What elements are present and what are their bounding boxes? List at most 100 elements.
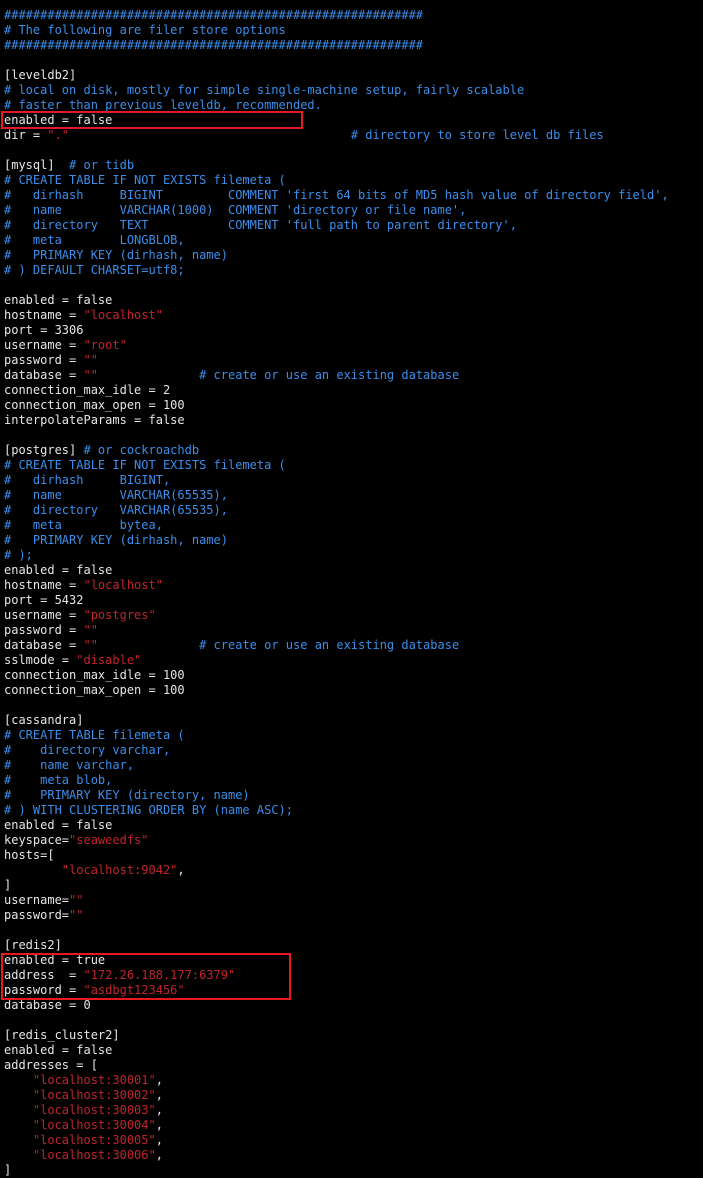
terminal-editor[interactable]: ########################################… xyxy=(0,0,703,1178)
code-line: # dirhash BIGINT COMMENT 'first 64 bits … xyxy=(4,188,669,203)
string-literal: "localhost:30004" xyxy=(32,1118,156,1132)
config-text: ] xyxy=(4,878,12,892)
code-line: password = "" xyxy=(4,353,98,368)
config-text: username = xyxy=(4,608,84,622)
config-text: hosts=[ xyxy=(4,848,55,862)
comment-text: # local on disk, mostly for simple singl… xyxy=(4,83,525,97)
code-line: address = "172.26.188.177:6379" xyxy=(4,968,235,983)
config-text: enabled = false xyxy=(4,818,113,832)
config-text: database = xyxy=(4,638,84,652)
code-line: connection_max_open = 100 xyxy=(4,398,185,413)
code-line: # ) DEFAULT CHARSET=utf8; xyxy=(4,263,185,278)
code-line: ########################################… xyxy=(4,8,423,23)
config-text: connection_max_open = 100 xyxy=(4,398,185,412)
config-text: database = xyxy=(4,368,84,382)
config-text: database = 0 xyxy=(4,998,91,1012)
code-line: [leveldb2] xyxy=(4,68,76,83)
config-text: enabled = false xyxy=(4,293,113,307)
code-line: hostname = "localhost" xyxy=(4,308,163,323)
comment-text: # meta bytea, xyxy=(4,518,163,532)
string-literal: "localhost:30006" xyxy=(32,1148,156,1162)
comment-text: # meta LONGBLOB, xyxy=(4,233,185,247)
config-text: port = 3306 xyxy=(4,323,84,337)
code-line: connection_max_idle = 2 xyxy=(4,383,170,398)
string-literal: "asdbgt123456" xyxy=(83,983,185,997)
code-line: enabled = false xyxy=(4,293,112,308)
config-text: [cassandra] xyxy=(4,713,84,727)
code-line: sslmode = "disable" xyxy=(4,653,141,668)
code-line: # faster than previous leveldb, recommen… xyxy=(4,98,322,113)
config-text: , xyxy=(155,1073,163,1087)
config-text: [leveldb2] xyxy=(4,68,77,82)
config-text: enabled = false xyxy=(4,563,113,577)
config-text: keyspace= xyxy=(4,833,70,847)
string-literal: "" xyxy=(69,908,84,922)
code-line: database = "" # create or use an existin… xyxy=(4,638,459,653)
config-text xyxy=(98,368,199,382)
comment-text: # PRIMARY KEY (directory, name) xyxy=(4,788,250,802)
comment-text: # directory VARCHAR(65535), xyxy=(4,503,228,517)
string-literal: "localhost:30005" xyxy=(32,1133,156,1147)
code-line: # The following are filer store options xyxy=(4,23,286,38)
comment-text: # name VARCHAR(65535), xyxy=(4,488,228,502)
string-literal: "root" xyxy=(83,338,127,352)
comment-text: # name varchar, xyxy=(4,758,135,772)
config-text xyxy=(4,863,62,877)
code-line: # directory VARCHAR(65535), xyxy=(4,503,228,518)
config-text: dir = xyxy=(4,128,48,142)
code-line: "localhost:30003", xyxy=(4,1103,163,1118)
config-text: [redis2] xyxy=(4,938,62,952)
comment-text: # The following are filer store options xyxy=(4,23,286,37)
string-literal: "localhost:30003" xyxy=(32,1103,156,1117)
comment-text: # name VARCHAR(1000) COMMENT 'directory … xyxy=(4,203,467,217)
code-line: addresses = [ xyxy=(4,1058,98,1073)
code-line: interpolateParams = false xyxy=(4,413,185,428)
string-literal: "" xyxy=(83,353,98,367)
config-text: connection_max_idle = 2 xyxy=(4,383,171,397)
string-literal: "disable" xyxy=(76,653,142,667)
string-literal: "172.26.188.177:6379" xyxy=(83,968,236,982)
comment-text: # or tidb xyxy=(69,158,135,172)
config-text: [postgres] xyxy=(4,443,84,457)
code-line: keyspace="seaweedfs" xyxy=(4,833,149,848)
code-line: [redis2] xyxy=(4,938,62,953)
code-line: # local on disk, mostly for simple singl… xyxy=(4,83,524,98)
code-line: # PRIMARY KEY (directory, name) xyxy=(4,788,250,803)
code-line: "localhost:30005", xyxy=(4,1133,163,1148)
string-literal: "" xyxy=(83,638,98,652)
code-line: [redis_cluster2] xyxy=(4,1028,120,1043)
code-line: dir = "." # directory to store level db … xyxy=(4,128,604,143)
comment-text: # or cockroachdb xyxy=(83,443,200,457)
code-line: connection_max_open = 100 xyxy=(4,683,185,698)
string-literal: "." xyxy=(47,128,70,142)
config-text xyxy=(98,638,199,652)
code-line: password = "" xyxy=(4,623,98,638)
config-text: hostname = xyxy=(4,308,84,322)
code-line: username="" xyxy=(4,893,83,908)
string-literal: "seaweedfs" xyxy=(69,833,149,847)
config-text: interpolateParams = false xyxy=(4,413,185,427)
code-line: hostname = "localhost" xyxy=(4,578,163,593)
code-line: # CREATE TABLE filemeta ( xyxy=(4,728,185,743)
code-line: # dirhash BIGINT, xyxy=(4,473,170,488)
config-text: , xyxy=(155,1148,163,1162)
code-line: password = "asdbgt123456" xyxy=(4,983,185,998)
config-text: sslmode = xyxy=(4,653,77,667)
comment-text: # PRIMARY KEY (dirhash, name) xyxy=(4,533,228,547)
code-line: # PRIMARY KEY (dirhash, name) xyxy=(4,533,228,548)
comment-text: # ); xyxy=(4,548,33,562)
config-text: addresses = [ xyxy=(4,1058,98,1072)
code-line: database = "" # create or use an existin… xyxy=(4,368,459,383)
config-text xyxy=(4,1073,33,1087)
string-literal: "" xyxy=(83,368,98,382)
string-literal: "localhost:9042" xyxy=(61,863,178,877)
config-text: address = xyxy=(4,968,84,982)
config-text: password= xyxy=(4,908,70,922)
string-literal: "localhost:30002" xyxy=(32,1088,156,1102)
code-line: enabled = false xyxy=(4,1043,112,1058)
comment-text: # directory TEXT COMMENT 'full path to p… xyxy=(4,218,517,232)
comment-text: # directory varchar, xyxy=(4,743,171,757)
code-line: "localhost:9042", xyxy=(4,863,185,878)
string-literal: "localhost:30001" xyxy=(32,1073,156,1087)
comment-text: # CREATE TABLE IF NOT EXISTS filemeta ( xyxy=(4,173,286,187)
